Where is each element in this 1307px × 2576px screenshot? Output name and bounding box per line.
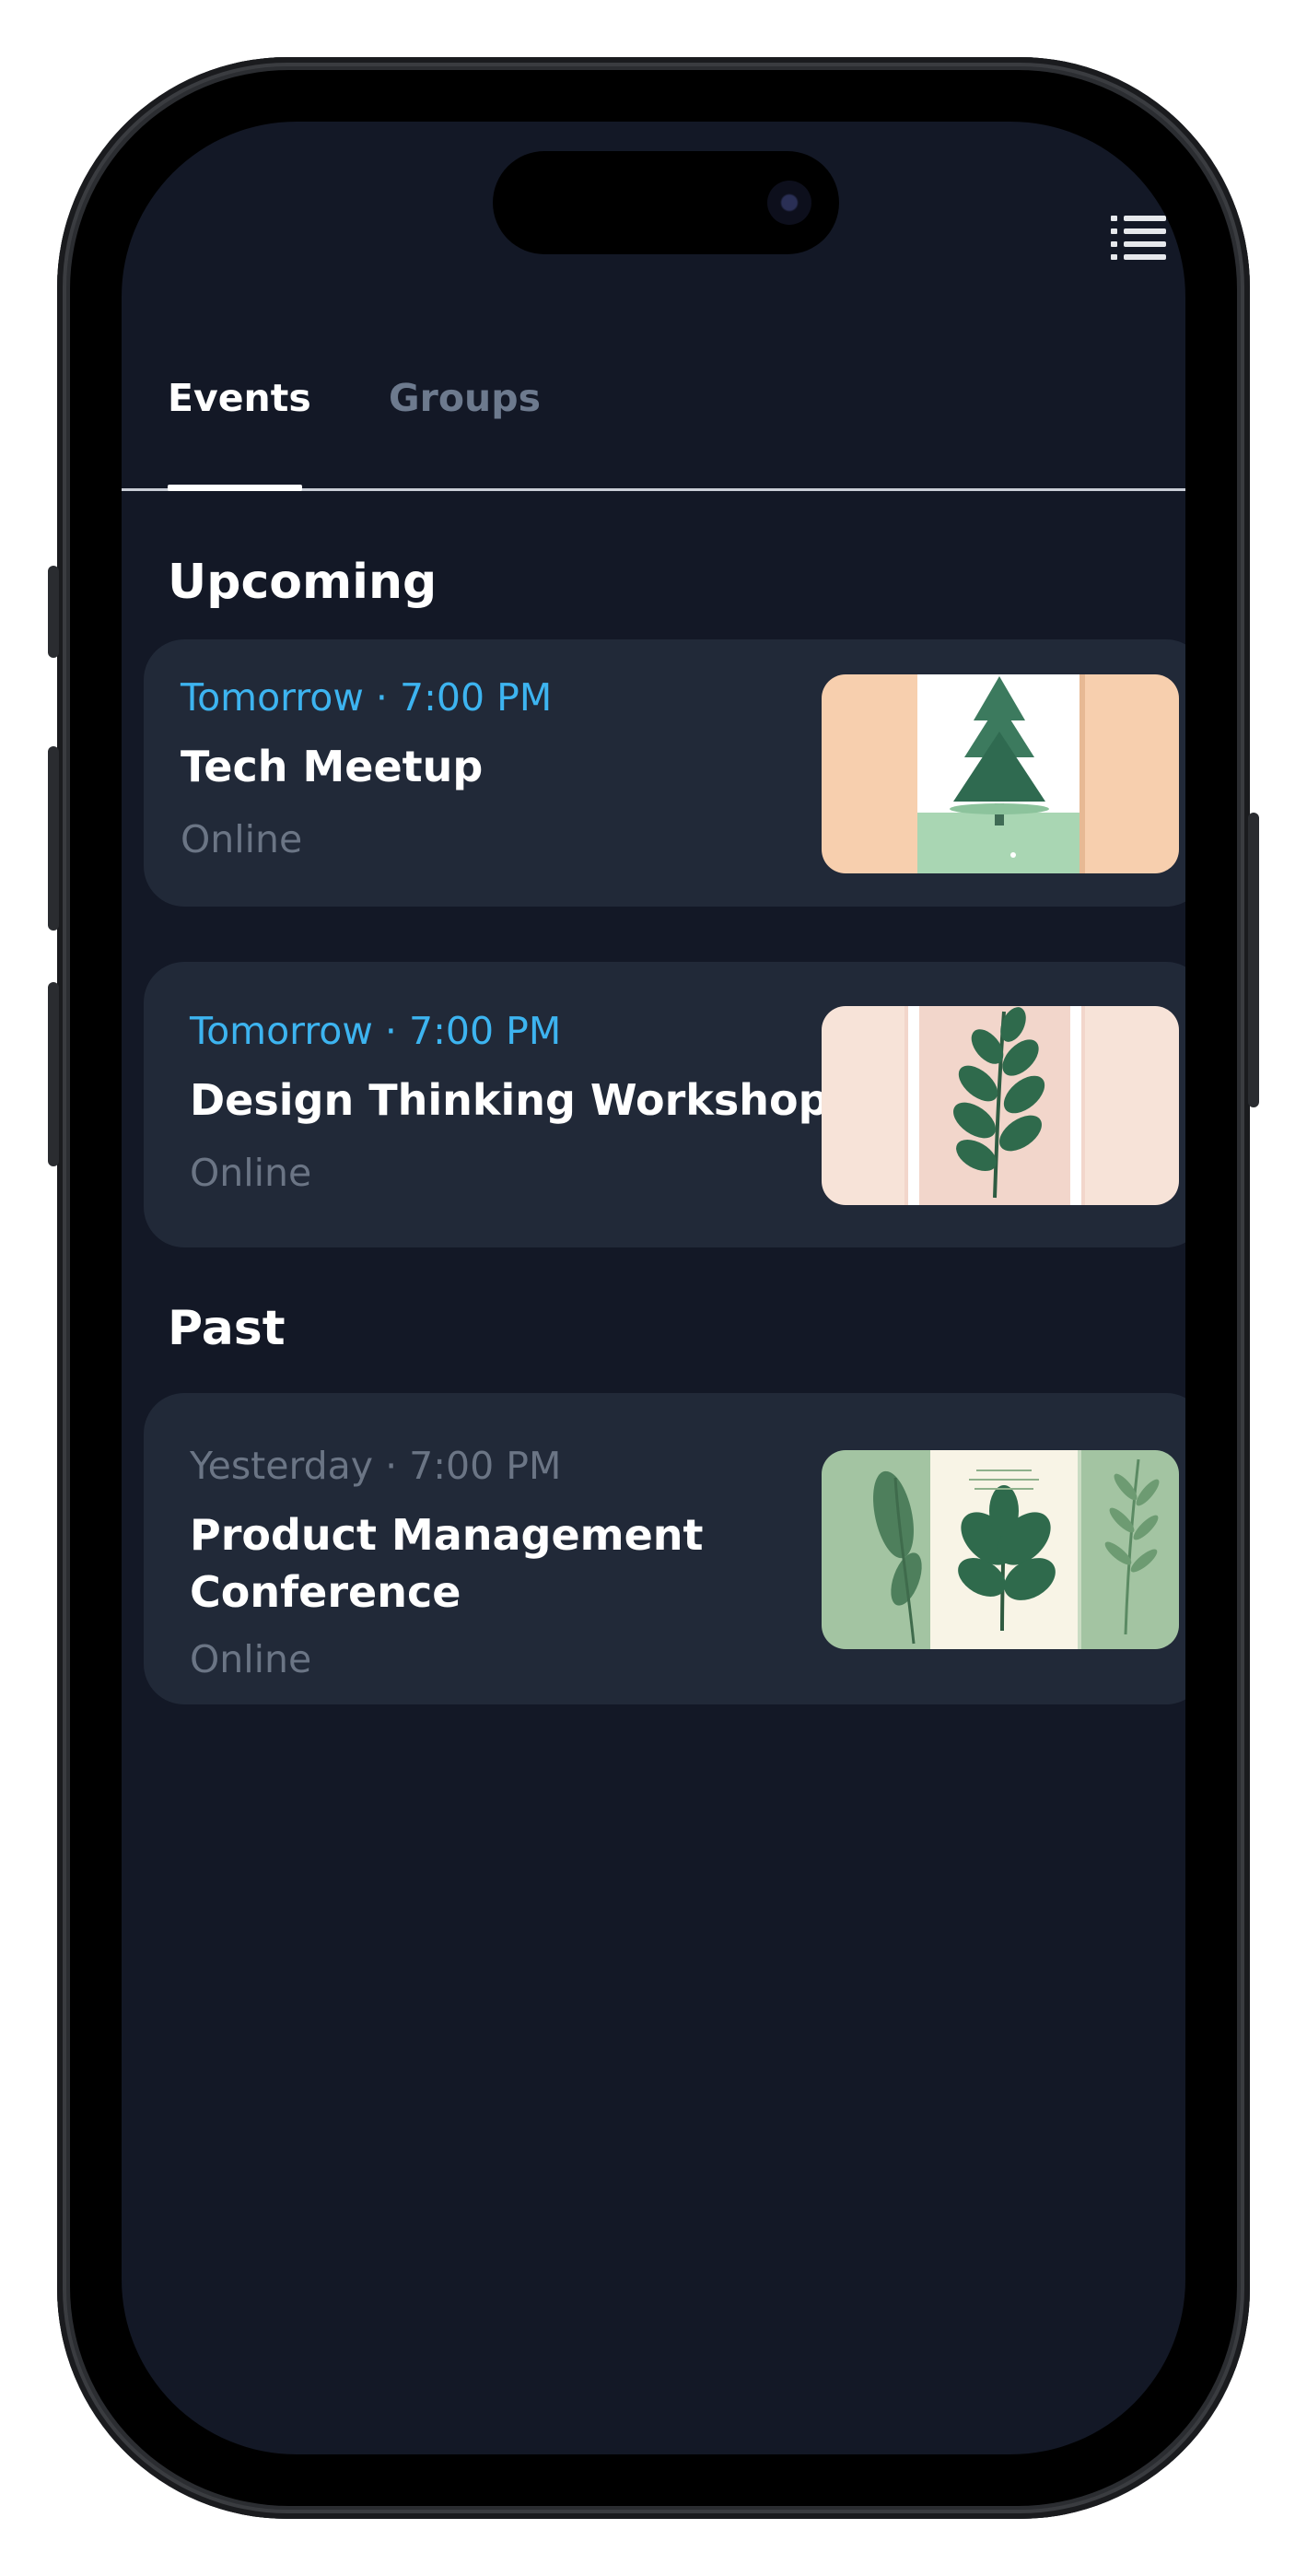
past-heading: Past: [168, 1301, 286, 1356]
volume-down-button: [48, 982, 59, 1166]
event-title: Design Thinking Workshop: [190, 1075, 829, 1125]
list-menu-icon: [1111, 216, 1166, 260]
event-card-product-management[interactable]: Yesterday · 7:00 PM Product Management C…: [144, 1393, 1185, 1704]
tab-bar: Events Groups: [122, 370, 1185, 491]
app-screen: Events Groups Upcoming Tomorrow · 7:00 P…: [122, 122, 1185, 2454]
event-time: Tomorrow · 7:00 PM: [190, 1009, 562, 1053]
pine-tree-icon: [822, 674, 1179, 873]
tab-events[interactable]: Events: [168, 370, 311, 426]
power-button: [1248, 813, 1259, 1107]
event-thumbnail: [822, 1006, 1179, 1205]
event-time: Tomorrow · 7:00 PM: [181, 675, 553, 720]
active-tab-indicator: [168, 485, 302, 491]
event-title: Tech Meetup: [181, 742, 484, 791]
tab-groups[interactable]: Groups: [389, 370, 541, 426]
event-location: Online: [190, 1151, 312, 1195]
event-card-design-thinking[interactable]: Tomorrow · 7:00 PM Design Thinking Works…: [144, 962, 1185, 1247]
event-card-tech-meetup[interactable]: Tomorrow · 7:00 PM Tech Meetup Online: [144, 639, 1185, 907]
event-time: Yesterday · 7:00 PM: [190, 1444, 562, 1488]
event-thumbnail: [822, 1450, 1179, 1649]
camera-icon: [767, 181, 811, 225]
event-title-line2: Conference: [190, 1567, 461, 1617]
leaf-branch-icon: [822, 1006, 1179, 1205]
volume-up-button: [48, 746, 59, 931]
event-location: Online: [181, 817, 303, 861]
phone-bezel: Events Groups Upcoming Tomorrow · 7:00 P…: [70, 70, 1237, 2506]
dynamic-island: [493, 151, 839, 254]
menu-button[interactable]: [1105, 210, 1172, 265]
phone-frame: Events Groups Upcoming Tomorrow · 7:00 P…: [48, 57, 1259, 2519]
botanical-leaves-icon: [822, 1450, 1179, 1649]
event-location: Online: [190, 1637, 312, 1681]
event-thumbnail: [822, 674, 1179, 873]
event-title-line1: Product Management: [190, 1510, 704, 1560]
upcoming-heading: Upcoming: [168, 555, 438, 610]
action-button: [48, 566, 59, 658]
